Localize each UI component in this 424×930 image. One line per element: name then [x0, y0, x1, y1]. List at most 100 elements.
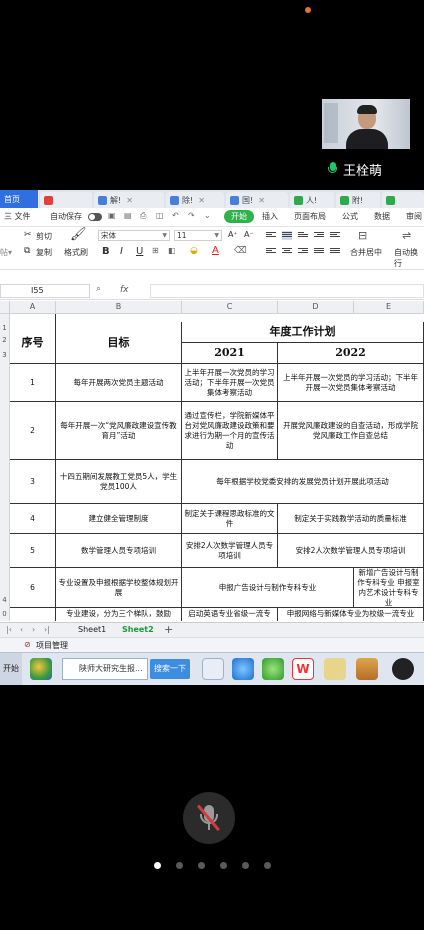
autosave-toggle[interactable]: [88, 213, 102, 221]
tab-spreadsheet-2[interactable]: 附!: [336, 192, 380, 208]
close-icon[interactable]: ✕: [258, 196, 265, 205]
merge-center-button[interactable]: 合并居中: [350, 247, 382, 258]
align-left-icon[interactable]: [266, 247, 276, 256]
menu-file[interactable]: 三 文件: [4, 211, 31, 222]
table-cell[interactable]: 每年开展一次“党风廉政建设宣传教育月”活动: [56, 402, 182, 460]
grow-font-button[interactable]: A⁺: [228, 230, 238, 239]
column-header[interactable]: A: [10, 301, 56, 314]
tab-home[interactable]: 首页: [0, 190, 38, 208]
tab-formula[interactable]: 公式: [342, 211, 358, 222]
search-button[interactable]: 搜索一下: [150, 659, 190, 679]
italic-button[interactable]: I: [120, 246, 123, 257]
table-cell[interactable]: 6: [10, 568, 56, 608]
distribute-icon[interactable]: [330, 247, 340, 256]
undo-icon[interactable]: ↶: [172, 211, 179, 220]
qq-icon[interactable]: [392, 658, 414, 680]
tab-start[interactable]: 开始: [224, 210, 254, 223]
project-label[interactable]: 项目管理: [36, 640, 68, 651]
spreadsheet-grid[interactable]: A B C D E 1 2 3 4 0 序号 目标 年度工作计划 2021 20…: [0, 301, 424, 621]
mute-microphone-button[interactable]: [183, 792, 235, 844]
shrink-font-button[interactable]: A⁻: [244, 230, 254, 239]
name-box[interactable]: I55: [0, 284, 90, 298]
formula-input[interactable]: [150, 284, 424, 298]
add-sheet-button[interactable]: +: [164, 623, 173, 636]
font-name-select[interactable]: 宋体 ▼: [98, 230, 170, 241]
export-icon[interactable]: ▤: [124, 211, 132, 220]
table-cell[interactable]: 每年根据学校党委安排的发展党员计划开展此项活动: [182, 460, 424, 504]
storage-icon[interactable]: [356, 658, 378, 680]
close-icon[interactable]: ✕: [198, 196, 205, 205]
table-cell[interactable]: 2: [10, 402, 56, 460]
table-cell[interactable]: 专业建设，分为三个梯队，鼓励: [56, 608, 182, 621]
table-cell[interactable]: 每年开展两次党员主题活动: [56, 364, 182, 402]
align-center-icon[interactable]: [282, 247, 292, 256]
print-icon[interactable]: ⎙: [140, 211, 146, 221]
browser-360-icon[interactable]: [262, 658, 284, 680]
fx-icon[interactable]: fx: [120, 285, 129, 295]
border-icon[interactable]: ⊞: [152, 246, 159, 255]
table-cell[interactable]: 安排2人次数学管理人员专项培训: [278, 534, 424, 568]
table-cell[interactable]: 启动英语专业省级一流专: [182, 608, 278, 621]
tab-document-2[interactable]: 解! ✕: [94, 192, 164, 208]
table-cell[interactable]: 新增广告设计与制作专科专业 申报室内艺术设计专科专业: [354, 568, 424, 608]
cut-button[interactable]: 剪切: [36, 231, 52, 242]
table-cell[interactable]: 专业设置及申报根据学校整体规划开展: [56, 568, 182, 608]
table-cell[interactable]: 1: [10, 364, 56, 402]
prev-sheet-icon[interactable]: ‹: [20, 625, 23, 634]
table-cell[interactable]: 建立健全管理制度: [56, 504, 182, 534]
table-cell[interactable]: 通过宣传栏，学院新媒体平台对党风廉政建设政策和要求进行为期一个月的宣传活动: [182, 402, 278, 460]
table-cell[interactable]: 安排2人次数学管理人员专项培训: [182, 534, 278, 568]
table-cell[interactable]: 制定关于课程思政标准的文件: [182, 504, 278, 534]
more-icon[interactable]: ⌄: [204, 211, 211, 220]
fill-color-icon[interactable]: ◒: [190, 246, 198, 256]
wps-app-icon[interactable]: W: [292, 658, 314, 680]
row-header[interactable]: 3: [0, 347, 10, 363]
page-dot[interactable]: [241, 862, 249, 869]
bold-button[interactable]: B: [102, 246, 110, 257]
table-cell[interactable]: 申报网络与新媒体专业为校级一流专业: [278, 608, 424, 621]
next-sheet-icon[interactable]: ›: [32, 625, 35, 634]
tab-spreadsheet-1[interactable]: 人!: [290, 192, 334, 208]
indent-icon[interactable]: [314, 231, 324, 240]
column-header[interactable]: E: [354, 301, 424, 314]
zoom-icon[interactable]: ⌕: [96, 284, 101, 294]
tab-page-layout[interactable]: 页面布局: [294, 211, 326, 222]
column-header[interactable]: C: [182, 301, 278, 314]
participant-video[interactable]: [322, 99, 410, 149]
tab-document-3[interactable]: 除! ✕: [166, 192, 224, 208]
preview-icon[interactable]: ◫: [156, 211, 164, 220]
table-cell[interactable]: 数学管理人员专项培训: [56, 534, 182, 568]
format-painter-button[interactable]: 格式刷: [64, 247, 88, 258]
table-cell[interactable]: 上半年开展一次党员的学习活动；下半年开展一次党员集体考察活动: [278, 364, 424, 402]
sheet-tab-2[interactable]: Sheet2: [122, 625, 154, 634]
tab-data[interactable]: 数据: [374, 211, 390, 222]
close-icon[interactable]: ✕: [126, 196, 133, 205]
page-dot[interactable]: [153, 862, 161, 869]
align-bottom-icon[interactable]: [298, 231, 308, 240]
column-header[interactable]: B: [56, 301, 182, 314]
fill-icon[interactable]: ◧: [168, 246, 176, 255]
last-sheet-icon[interactable]: ›|: [44, 625, 50, 634]
auto-wrap-button[interactable]: 自动换行: [394, 247, 424, 269]
table-cell[interactable]: 十四五期间发展教工党员5人，学生党员100人: [56, 460, 182, 504]
redo-icon[interactable]: ↷: [188, 211, 195, 220]
save-icon[interactable]: ▣: [108, 211, 116, 220]
table-cell[interactable]: 制定关于实践教学活动的质量标准: [278, 504, 424, 534]
windows-icon[interactable]: [30, 658, 52, 680]
row-header[interactable]: 4: [0, 593, 10, 607]
align-middle-icon[interactable]: [282, 231, 292, 240]
tab-insert[interactable]: 插入: [262, 211, 278, 222]
table-cell[interactable]: 5: [10, 534, 56, 568]
table-cell[interactable]: 上半年开展一次党员的学习活动；下半年开展一次党员集体考察活动: [182, 364, 278, 402]
tab-document-4[interactable]: 国! ✕: [226, 192, 288, 208]
table-cell[interactable]: 3: [10, 460, 56, 504]
page-dot[interactable]: [263, 862, 271, 869]
underline-button[interactable]: U: [136, 246, 143, 257]
page-dot[interactable]: [219, 862, 227, 869]
row-header[interactable]: 1: [0, 322, 10, 334]
eraser-icon[interactable]: ⌫: [234, 246, 247, 256]
table-cell[interactable]: 开展党风廉政建设的自查活动，形成学院党风廉政工作自查总结: [278, 402, 424, 460]
first-sheet-icon[interactable]: |‹: [6, 625, 12, 634]
table-cell[interactable]: [10, 608, 56, 621]
tab-document-1[interactable]: [40, 192, 92, 208]
